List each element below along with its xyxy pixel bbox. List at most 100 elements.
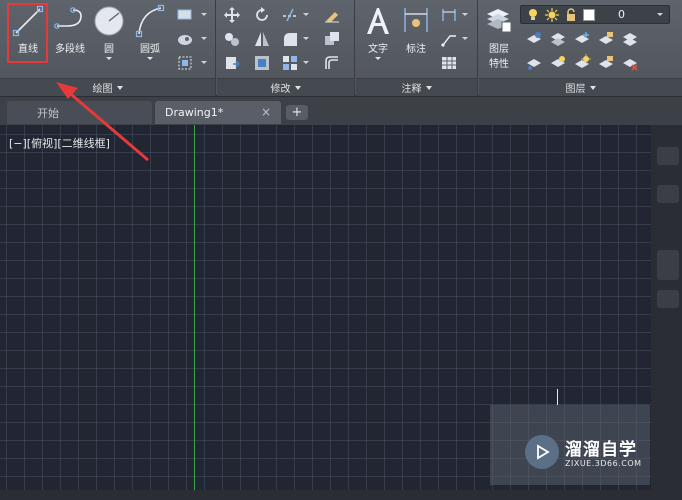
- layer-properties-label-1: 图层: [489, 44, 509, 55]
- arc-icon: [135, 4, 165, 38]
- nav-tool-1[interactable]: [657, 147, 679, 165]
- layer-on-tool-icon[interactable]: [549, 54, 567, 72]
- boundary-icon[interactable]: [176, 54, 194, 72]
- text-dropdown-icon[interactable]: [375, 57, 381, 60]
- dimension-tool-button[interactable]: 标注: [398, 4, 434, 55]
- boundary-dropdown-icon[interactable]: [201, 61, 207, 64]
- annotation-panel-title[interactable]: 注释: [356, 78, 477, 96]
- erase-icon[interactable]: [323, 6, 341, 24]
- nav-tool-2[interactable]: [657, 185, 679, 203]
- navigation-bar: [651, 125, 682, 500]
- layer-lock-icon: [567, 8, 575, 21]
- layers-panel-expand-icon: [589, 85, 596, 90]
- circle-dropdown-icon[interactable]: [106, 57, 112, 60]
- layers-panel-title[interactable]: 图层: [479, 78, 682, 96]
- tab-close-icon[interactable]: ×: [261, 105, 271, 119]
- annotation-panel: 文字 标注 注释: [356, 0, 478, 96]
- tab-drawing1-label: Drawing1*: [165, 106, 224, 119]
- modify-panel-expand-icon: [294, 85, 301, 90]
- layer-lock-tool-icon[interactable]: [597, 30, 615, 48]
- hatch-dropdown-icon[interactable]: [201, 37, 207, 40]
- circle-icon: [94, 6, 124, 36]
- viewport-controls[interactable]: [−][俯视][二维线框]: [9, 135, 110, 151]
- new-tab-button[interactable]: +: [286, 105, 308, 120]
- layer-properties-button[interactable]: 图层 特性: [481, 4, 517, 70]
- annotation-panel-title-text: 注释: [401, 84, 422, 95]
- layer-make-current-icon[interactable]: [621, 30, 639, 48]
- tab-start[interactable]: 开始: [7, 101, 152, 124]
- modify-panel: 修改: [217, 0, 355, 96]
- leader-icon[interactable]: [440, 30, 458, 48]
- layer-color-swatch: [583, 9, 595, 21]
- rectangle-icon[interactable]: [176, 6, 194, 24]
- layer-properties-icon: [487, 9, 512, 33]
- modify-panel-title-text: 修改: [270, 84, 291, 95]
- layer-freeze-icon[interactable]: [573, 30, 591, 48]
- document-tab-bar: 开始 Drawing1* × +: [0, 97, 682, 125]
- text-tool-button[interactable]: 文字: [360, 4, 396, 60]
- watermark-logo: [525, 435, 559, 469]
- layer-on-icon: [529, 9, 537, 20]
- layer-match-icon[interactable]: [525, 54, 543, 72]
- copy-icon[interactable]: [223, 30, 241, 48]
- layers-panel-title-text: 图层: [565, 84, 586, 95]
- draw-panel-title[interactable]: 绘图: [0, 78, 215, 96]
- draw-panel-title-text: 绘图: [92, 84, 113, 95]
- layer-off-icon[interactable]: [525, 30, 543, 48]
- watermark-title: 溜溜自学: [565, 440, 637, 460]
- arc-tool-label: 圆弧: [140, 44, 160, 55]
- line-tool-highlight: [7, 3, 48, 63]
- polyline-icon: [54, 7, 82, 29]
- rotate-icon[interactable]: [253, 6, 271, 24]
- mirror-icon[interactable]: [253, 30, 271, 48]
- current-layer-name: 0: [618, 8, 625, 21]
- trim-dropdown-icon[interactable]: [303, 13, 309, 16]
- array-icon[interactable]: [281, 54, 299, 72]
- arc-dropdown-icon[interactable]: [147, 57, 153, 60]
- array-dropdown-icon[interactable]: [303, 61, 309, 64]
- circle-tool-button[interactable]: 圆: [92, 4, 126, 60]
- linear-dim-dropdown-icon[interactable]: [462, 13, 468, 16]
- layer-dropdown-icon: [657, 13, 663, 16]
- modify-panel-title[interactable]: 修改: [217, 78, 354, 96]
- ribbon: 直线 多段线 圆 圆弧 绘图 修改 文字 标注 注释 图层 特性 0 图层: [0, 0, 682, 96]
- explode-icon[interactable]: [323, 30, 341, 48]
- polyline-tool-button[interactable]: 多段线: [52, 4, 88, 55]
- layer-isolate-icon[interactable]: [549, 30, 567, 48]
- move-icon[interactable]: [223, 6, 241, 24]
- annotation-panel-expand-icon: [425, 85, 432, 90]
- offset-icon[interactable]: [323, 54, 341, 72]
- layers-panel: 图层 特性 0 图层: [479, 0, 682, 96]
- scale-icon[interactable]: [253, 54, 271, 72]
- arc-tool-button[interactable]: 圆弧: [132, 4, 168, 60]
- nav-tool-3[interactable]: [657, 250, 679, 280]
- hatch-icon[interactable]: [176, 30, 194, 48]
- crosshair-cursor: [557, 389, 558, 405]
- layer-unlock-icon[interactable]: [597, 54, 615, 72]
- leader-dropdown-icon[interactable]: [462, 37, 468, 40]
- layer-delete-icon[interactable]: [621, 54, 639, 72]
- draw-panel-expand-icon: [116, 85, 123, 90]
- trim-icon[interactable]: [281, 6, 299, 24]
- linear-dim-icon[interactable]: [440, 6, 458, 24]
- nav-tool-4[interactable]: [657, 290, 679, 308]
- watermark: 溜溜自学 ZIXUE.3D66.COM: [490, 405, 650, 485]
- layer-thaw-tool-icon[interactable]: [573, 54, 591, 72]
- watermark-url: ZIXUE.3D66.COM: [565, 459, 642, 468]
- y-axis-line: [194, 125, 195, 490]
- layer-properties-label-2: 特性: [489, 59, 509, 70]
- layer-thaw-icon: [545, 8, 559, 22]
- rectangle-dropdown-icon[interactable]: [201, 13, 207, 16]
- table-icon[interactable]: [440, 54, 458, 72]
- status-bar: [0, 490, 682, 500]
- polyline-tool-label: 多段线: [55, 44, 85, 55]
- fillet-icon[interactable]: [281, 30, 299, 48]
- layer-dropdown[interactable]: 0: [520, 5, 670, 24]
- stretch-icon[interactable]: [223, 54, 241, 72]
- fillet-dropdown-icon[interactable]: [303, 37, 309, 40]
- play-icon: [537, 444, 550, 460]
- text-icon: [367, 8, 389, 34]
- dimension-tool-label: 标注: [406, 44, 426, 55]
- circle-tool-label: 圆: [104, 44, 114, 55]
- tab-drawing1[interactable]: Drawing1* ×: [155, 101, 281, 124]
